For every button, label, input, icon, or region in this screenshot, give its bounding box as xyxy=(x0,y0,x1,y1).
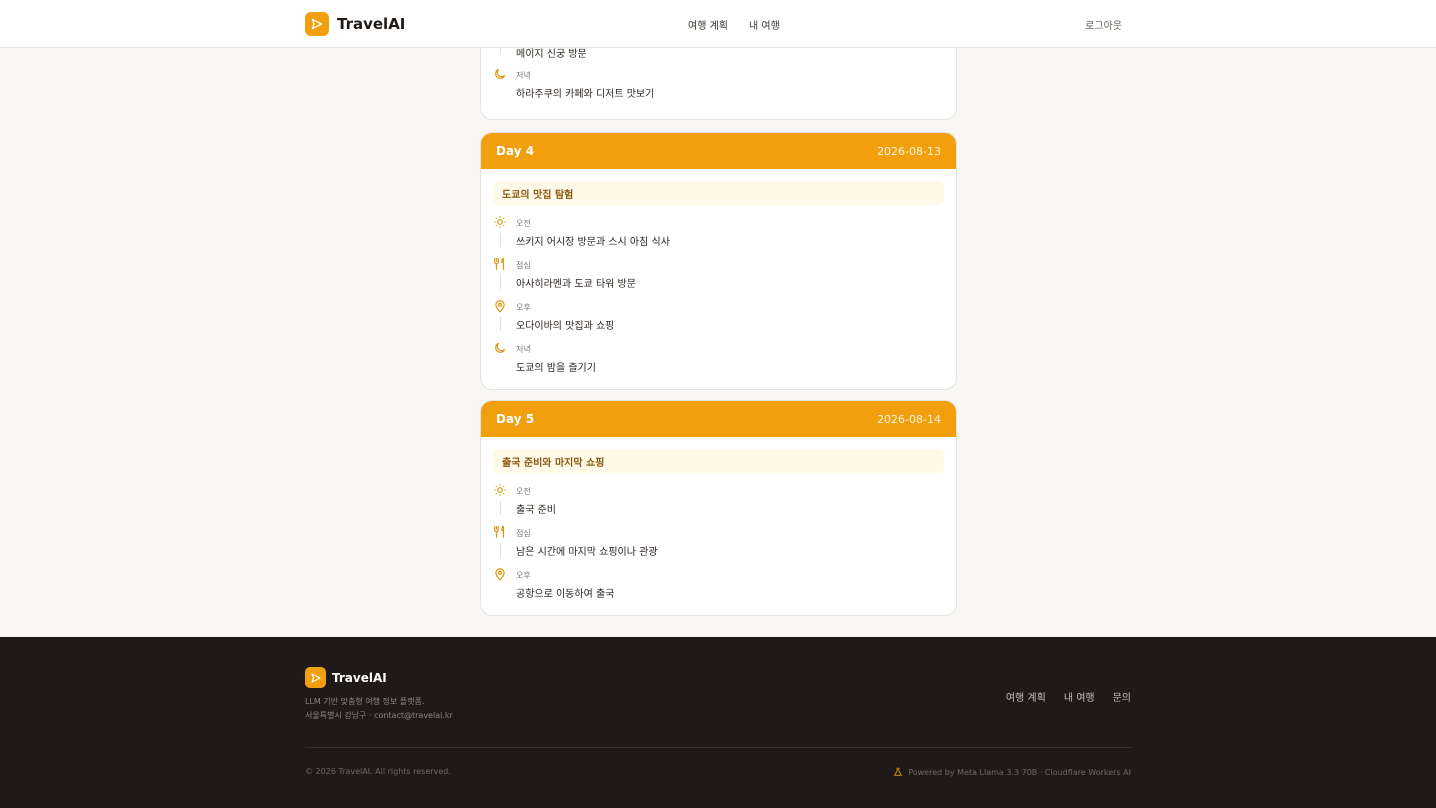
footer-link-trip-plan[interactable]: 여행 계획 xyxy=(1006,689,1046,704)
day-label: Day 4 xyxy=(496,144,535,158)
slot-desc: 공항으로 이동하여 출국 xyxy=(516,589,615,600)
footer-link-contact[interactable]: 문의 xyxy=(1113,689,1131,704)
slot-time: 점심 xyxy=(516,261,531,270)
slot-desc: 출국 준비 xyxy=(516,505,556,516)
footer-description: LLM 기반 맞춤형 여행 정보 플랫폼. 서울특별시 강남구 · contac… xyxy=(305,695,453,723)
slot-desc: 아사히라멘과 도쿄 타워 방문 xyxy=(516,279,636,290)
main-nav: 여행 계획 내 여행 xyxy=(688,17,780,32)
schedule-slot-morning: 오전 쓰키지 어시장 방문과 스시 아침 식사 xyxy=(493,215,944,257)
top-navbar: TravelAI 여행 계획 내 여행 로그아웃 xyxy=(0,0,1436,48)
sun-icon xyxy=(494,484,506,496)
slot-time: 저녁 xyxy=(516,345,531,354)
slot-time: 점심 xyxy=(516,529,531,538)
slot-desc: 도쿄의 밤을 즐기기 xyxy=(516,363,596,374)
schedule-slot-lunch: 점심 남은 시간에 마지막 쇼핑이나 관광 xyxy=(493,525,944,567)
day-card-header: Day 5 2026-08-14 xyxy=(481,401,956,437)
sun-icon xyxy=(494,216,506,228)
powered-by-text: Powered by Meta Llama 3.3 70B · Cloudfla… xyxy=(908,767,1131,777)
nav-trip-plan[interactable]: 여행 계획 xyxy=(688,17,728,32)
flask-icon xyxy=(894,767,903,776)
slot-desc: 하라주쿠의 카페와 디저트 맛보기 xyxy=(516,89,655,100)
utensils-icon xyxy=(494,525,505,538)
schedule-slot: 저녁 하라주쿠의 카페와 디저트 맛보기 xyxy=(493,67,654,109)
day-date: 2026-08-13 xyxy=(877,144,941,158)
schedule-slot-evening: 저녁 도쿄의 밤을 즐기기 xyxy=(493,341,944,383)
map-pin-icon xyxy=(495,568,505,581)
day-theme: 도쿄의 맛집 탐험 xyxy=(493,181,944,205)
powered-by: Powered by Meta Llama 3.3 70B · Cloudfla… xyxy=(893,767,1131,777)
send-icon xyxy=(305,12,329,36)
schedule-slot-lunch: 점심 아사히라멘과 도쿄 타워 방문 xyxy=(493,257,944,299)
utensils-icon xyxy=(494,257,505,270)
footer-desc-line: LLM 기반 맞춤형 여행 정보 플랫폼. xyxy=(305,697,425,706)
slot-desc: 오다이바의 맛집과 쇼핑 xyxy=(516,321,615,332)
day-date: 2026-08-14 xyxy=(877,412,941,426)
schedule-slot-afternoon: 오후 오다이바의 맛집과 쇼핑 xyxy=(493,299,944,341)
day-theme: 출국 준비와 마지막 쇼핑 xyxy=(493,449,944,473)
map-pin-icon xyxy=(495,300,505,313)
slot-time: 오후 xyxy=(516,303,531,312)
slot-time: 오전 xyxy=(516,219,531,228)
footer-brand[interactable]: TravelAI xyxy=(305,667,387,688)
footer-links: 여행 계획 내 여행 문의 xyxy=(1006,689,1131,704)
slot-time: 오후 xyxy=(516,571,531,580)
logout-link[interactable]: 로그아웃 xyxy=(1085,17,1122,32)
footer-brand-name: TravelAI xyxy=(332,670,387,685)
schedule-slot-afternoon: 오후 공항으로 이동하여 출국 xyxy=(493,567,944,609)
send-icon xyxy=(305,667,326,688)
day-card-header: Day 4 2026-08-13 xyxy=(481,133,956,169)
day-label: Day 5 xyxy=(496,412,535,426)
day-card-4: Day 4 2026-08-13 도쿄의 맛집 탐험 오전 쓰키지 어시장 방문… xyxy=(480,132,957,390)
footer-contact-line: 서울특별시 강남구 · contact@travelai.kr xyxy=(305,711,453,720)
day-card-5: Day 5 2026-08-14 출국 준비와 마지막 쇼핑 오전 출국 준비 xyxy=(480,400,957,616)
footer: TravelAI LLM 기반 맞춤형 여행 정보 플랫폼. 서울특별시 강남구… xyxy=(0,637,1436,808)
moon-icon xyxy=(495,342,506,353)
schedule-slot: 메이지 신궁 방문 xyxy=(493,39,654,67)
brand-name: TravelAI xyxy=(337,15,406,33)
moon-icon xyxy=(495,68,506,79)
nav-my-trips[interactable]: 내 여행 xyxy=(749,17,780,32)
schedule-slot-morning: 오전 출국 준비 xyxy=(493,483,944,525)
slot-time: 오전 xyxy=(516,487,531,496)
slot-time: 저녁 xyxy=(516,71,531,80)
slot-desc: 남은 시간에 마지막 쇼핑이나 관광 xyxy=(516,547,658,558)
copyright: © 2026 TravelAI. All rights reserved. xyxy=(305,767,451,776)
footer-link-my-trips[interactable]: 내 여행 xyxy=(1064,689,1095,704)
footer-divider xyxy=(305,747,1131,748)
slot-desc: 쓰키지 어시장 방문과 스시 아침 식사 xyxy=(516,237,670,248)
brand-logo-link[interactable]: TravelAI xyxy=(305,12,405,36)
